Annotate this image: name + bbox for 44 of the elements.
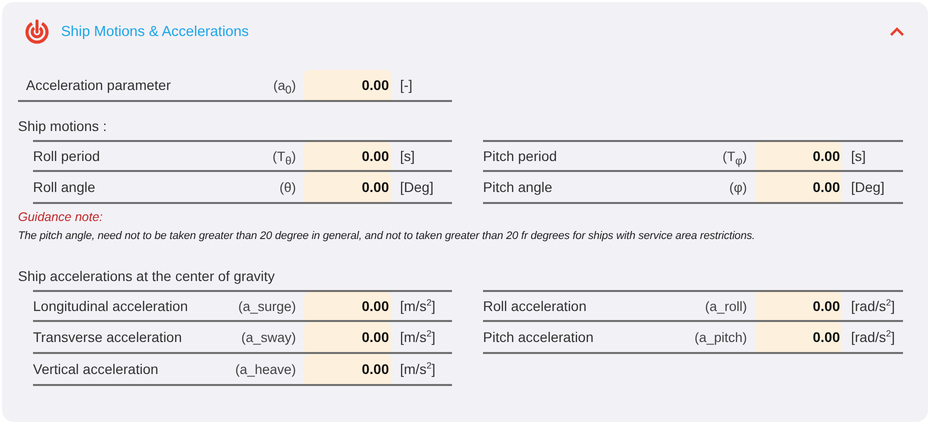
field-label: Pitch angle: [483, 179, 554, 195]
unit-label: [s]: [851, 148, 867, 164]
section-heading: Ship accelerations at the center of gravity: [18, 267, 276, 286]
unit-label: [rad/s$^{2}$]: [851, 329, 896, 345]
guidance-note-text: The pitch angle, need not to be taken greater than 20 degree in general, and not to taken greater than 20 fr degrees for ships with service area restrictions.: [18, 230, 756, 242]
field-label: Acceleration parameter: [25, 77, 172, 93]
unit-label: [m/s$^{2}$]: [400, 361, 436, 377]
field-label: Roll acceleration: [483, 298, 588, 314]
panel-title: Ship Motions & Accelerations: [61, 24, 250, 40]
symbol-label: (φ): [729, 180, 747, 194]
field-label: Roll angle: [33, 179, 96, 195]
value-field[interactable]: 0.00: [755, 322, 842, 352]
field-label: Pitch period: [483, 148, 558, 164]
value-field[interactable]: 0.00: [755, 172, 842, 202]
symbol-label: (a_pitch): [694, 330, 747, 344]
value-field[interactable]: 0.00: [304, 172, 391, 202]
unit-label: [-]: [400, 77, 414, 93]
symbol-label: (T$_{θ}$): [272, 148, 296, 164]
value-field[interactable]: 0.00: [304, 354, 391, 384]
symbol-label: (a$_{0}$): [273, 78, 296, 92]
unit-label: [rad/s$^{2}$]: [851, 298, 896, 314]
value-field[interactable]: 0.00: [304, 142, 391, 170]
symbol-label: (θ): [280, 180, 296, 194]
value-field[interactable]: 0.00: [304, 322, 391, 352]
unit-label: [s]: [400, 148, 416, 164]
guidance-note-title: Guidance note:: [18, 210, 104, 224]
symbol-label: (a_surge): [238, 298, 296, 314]
unit-label: [m/s$^{2}$]: [400, 298, 436, 314]
field-label: Roll period: [33, 148, 101, 164]
field-label: Vertical acceleration: [33, 361, 160, 377]
value-field[interactable]: 0.00: [304, 292, 391, 320]
symbol-label: (a_roll): [704, 298, 747, 314]
field-label: Pitch acceleration: [483, 329, 595, 345]
value-field[interactable]: 0.00: [304, 70, 391, 100]
field-label: Transverse acceleration: [33, 329, 183, 345]
value-field[interactable]: 0.00: [755, 292, 842, 320]
unit-label: [Deg]: [400, 179, 434, 195]
field-label: Longitudinal acceleration: [33, 298, 189, 314]
value-field[interactable]: 0.00: [755, 142, 842, 170]
symbol-label: (a_heave): [235, 362, 296, 376]
symbol-label: (a_sway): [241, 330, 296, 344]
unit-label: [m/s$^{2}$]: [400, 329, 436, 345]
section-heading: Ship motions :: [18, 117, 108, 136]
unit-label: [Deg]: [851, 179, 886, 195]
